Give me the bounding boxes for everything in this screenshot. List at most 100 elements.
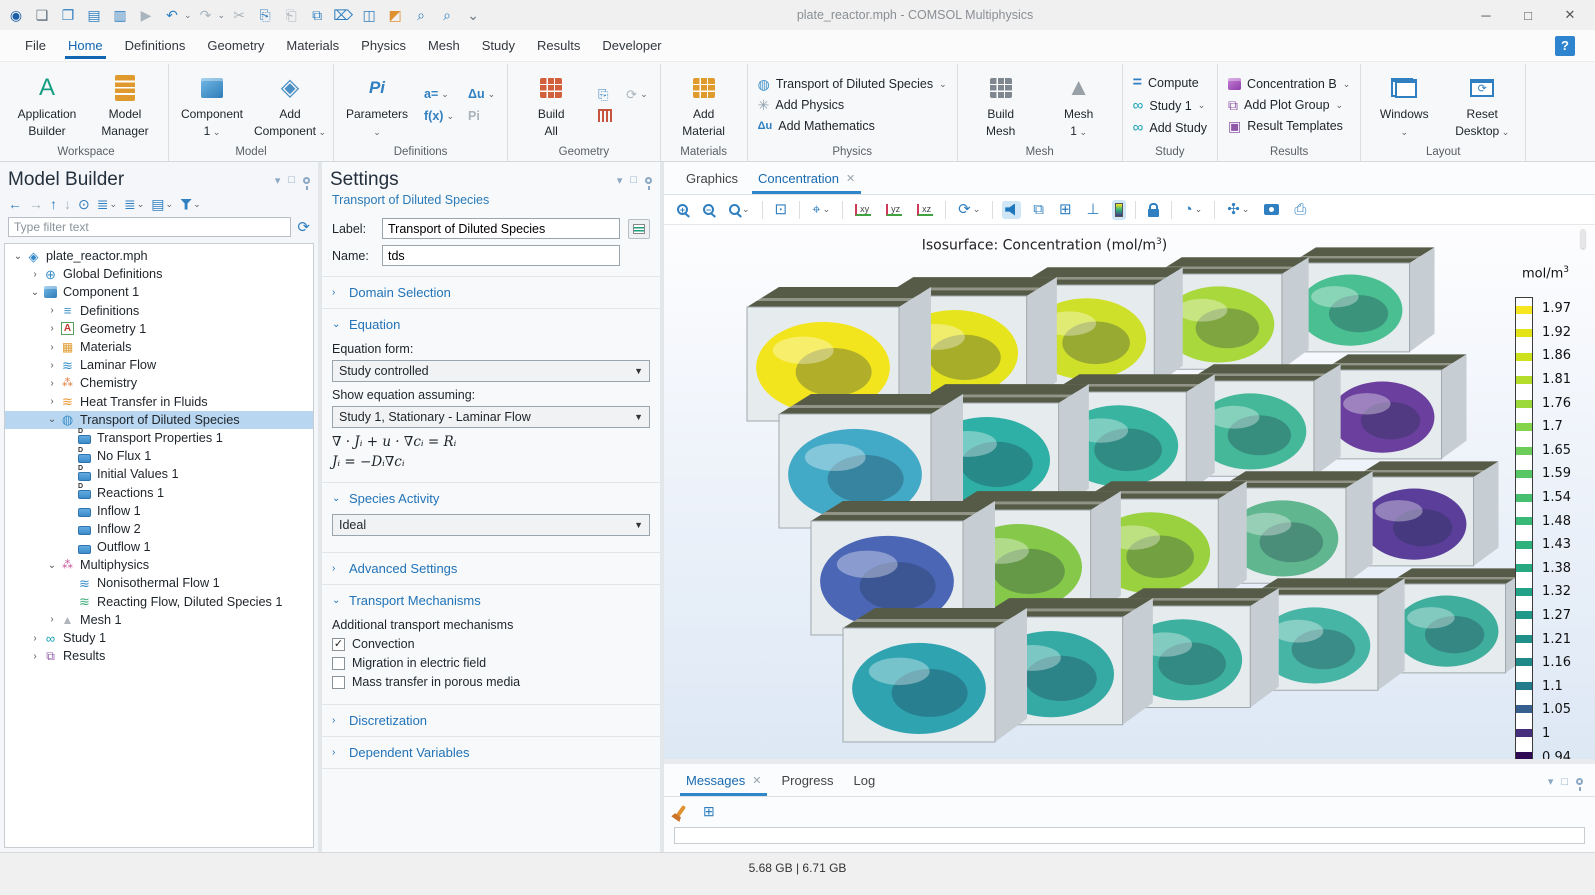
add-study-button[interactable]: ∞Add Study (1133, 120, 1207, 135)
go-to-default-view-button[interactable]: ⌖⌄ (809, 199, 833, 220)
open-messages-window-button[interactable]: ⊞ (700, 801, 718, 821)
tree-item-component-1[interactable]: ⌄Component 1 (5, 283, 313, 301)
color-legend-button[interactable] (1112, 200, 1126, 220)
panel-menu-icon[interactable]: ▾ (1548, 775, 1554, 788)
rename-button[interactable] (628, 219, 650, 239)
panel-float-icon[interactable]: □ (288, 174, 295, 186)
tree-item-results[interactable]: ›⧉Results (5, 647, 313, 665)
open-file-button[interactable]: ❐ (56, 3, 80, 27)
tab-progress[interactable]: Progress (771, 766, 843, 796)
tree-item-transport-of-diluted-species[interactable]: ⌄◍Transport of Diluted Species (5, 411, 313, 429)
duplicate-button[interactable]: ⧉ (305, 3, 329, 27)
section-header-dependent-variables[interactable]: › Dependent Variables (322, 737, 660, 768)
section-header-advanced-settings[interactable]: › Advanced Settings (322, 553, 660, 584)
nonlocal-couplings-button[interactable]: Δu⌄ (468, 87, 495, 101)
functions-button[interactable]: f(x)⌄ (424, 109, 454, 123)
expand-all-button[interactable]: ≣⌄ (124, 197, 144, 211)
delete-button[interactable]: ⌦ (331, 3, 355, 27)
zoom-extents-button[interactable]: ⊡ (772, 199, 791, 220)
panel-float-icon[interactable]: □ (630, 174, 637, 186)
species-activity-select[interactable]: Ideal ▼ (332, 514, 650, 536)
redo-button[interactable]: ↷ (194, 3, 218, 27)
tree-item-initial-values-1[interactable]: Initial Values 1 (5, 465, 313, 483)
expander-icon[interactable]: › (45, 614, 59, 625)
save-button[interactable]: ▤ (82, 3, 106, 27)
concentration-plot-group-button[interactable]: Concentration B⌄ (1228, 77, 1350, 91)
view-yz-button[interactable]: yz (883, 201, 905, 219)
scene-light-button[interactable] (1002, 201, 1021, 219)
tree-item-chemistry[interactable]: ›⁂Chemistry (5, 374, 313, 392)
menu-tab-developer[interactable]: Developer (591, 32, 672, 58)
panel-pin-icon[interactable] (303, 177, 310, 184)
back-button[interactable]: ← (8, 197, 22, 211)
application-builder-button[interactable]: AApplicationBuilder (10, 68, 84, 142)
expander-icon[interactable]: › (45, 305, 59, 316)
view-xz-button[interactable]: xz (914, 201, 936, 219)
add-mathematics-button[interactable]: ΔuAdd Mathematics (758, 119, 947, 133)
build-all-geometry-button[interactable]: BuildAll (514, 68, 588, 142)
image-snapshot-button[interactable] (1261, 201, 1282, 218)
tab-messages[interactable]: Messages✕ (676, 766, 771, 796)
section-header-species-activity[interactable]: ⌄ Species Activity (322, 483, 660, 514)
tree-item-no-flux-1[interactable]: No Flux 1 (5, 447, 313, 465)
name-field[interactable] (382, 245, 620, 266)
menu-tab-materials[interactable]: Materials (275, 32, 350, 58)
model-manager-button[interactable]: ModelManager (88, 68, 162, 142)
tree-item-multiphysics[interactable]: ⌄⁂Multiphysics (5, 556, 313, 574)
panel-float-icon[interactable]: □ (1561, 776, 1568, 788)
reset-desktop-button[interactable]: ⟳ResetDesktop ⌄ (1445, 68, 1519, 143)
tree-item-inflow-2[interactable]: Inflow 2 (5, 520, 313, 538)
tab-log[interactable]: Log (844, 766, 886, 796)
result-templates-button[interactable]: ▣Result Templates (1228, 119, 1350, 133)
livelink-button[interactable]: ⟳⌄ (626, 88, 647, 101)
tree-item-heat-transfer-in-fluids[interactable]: ›≋Heat Transfer in Fluids (5, 393, 313, 411)
minimize-button[interactable]: ─ (1465, 1, 1507, 29)
menu-tab-mesh[interactable]: Mesh (417, 32, 471, 58)
expander-icon[interactable]: › (45, 378, 59, 389)
tree-item-nonisothermal-flow-1[interactable]: ≋Nonisothermal Flow 1 (5, 574, 313, 592)
maximize-button[interactable]: □ (1507, 1, 1549, 29)
isosurface-3d-plot[interactable] (719, 245, 1531, 759)
help-button[interactable]: ? (1555, 36, 1575, 56)
physics-interface-button[interactable]: ◍Transport of Diluted Species⌄ (758, 77, 947, 91)
remove-details-button[interactable] (598, 109, 612, 122)
panel-pin-icon[interactable] (1576, 778, 1583, 785)
panel-pin-icon[interactable] (645, 177, 652, 184)
tree-item-global-definitions[interactable]: ›⊕Global Definitions (5, 265, 313, 283)
panel-menu-icon[interactable]: ▾ (275, 174, 281, 187)
tab-concentration[interactable]: Concentration✕ (748, 164, 865, 194)
clear-messages-button[interactable] (676, 802, 686, 820)
show-equation-select[interactable]: Study 1, Stationary - Laminar Flow ▼ (332, 406, 650, 428)
insert-sequence-button[interactable]: ⎘ (598, 88, 612, 101)
highlight-button[interactable]: ◩ (383, 3, 407, 27)
customize-qat-button[interactable]: ⌄ (461, 3, 485, 27)
expander-icon[interactable]: › (45, 323, 59, 334)
show-grid-button[interactable]: ⊞ (1056, 199, 1075, 220)
views-button[interactable]: ⌕ (435, 3, 459, 27)
expander-icon[interactable]: ⌄ (28, 287, 42, 298)
parameter-case-button[interactable]: Pi (468, 109, 495, 123)
tree-item-definitions[interactable]: ›≡Definitions (5, 302, 313, 320)
save-as-button[interactable]: ▥ (108, 3, 132, 27)
add-material-button[interactable]: AddMaterial (667, 68, 741, 142)
tree-item-study-1[interactable]: ›∞Study 1 (5, 629, 313, 647)
expander-icon[interactable]: ⌄ (45, 414, 59, 425)
copy-button[interactable]: ⎘ (253, 3, 277, 27)
close-button[interactable]: ✕ (1549, 1, 1591, 29)
close-icon[interactable]: ✕ (846, 172, 855, 185)
tree-item-plate-reactor-mph[interactable]: ⌄◈plate_reactor.mph (5, 247, 313, 265)
expander-icon[interactable]: › (45, 342, 59, 353)
tree-item-materials[interactable]: ›▦Materials (5, 338, 313, 356)
move-up-button[interactable]: ↑ (50, 197, 57, 211)
menu-tab-results[interactable]: Results (526, 32, 591, 58)
section-header-discretization[interactable]: › Discretization (322, 705, 660, 736)
lock-camera-button[interactable] (1145, 200, 1162, 220)
filter-button[interactable]: ⌄ (180, 199, 201, 210)
find-button[interactable]: ⌕ (409, 3, 433, 27)
add-plot-group-button[interactable]: ⧉Add Plot Group⌄ (1228, 98, 1350, 112)
expander-icon[interactable]: › (28, 651, 42, 662)
show-button[interactable]: ⊙ (78, 197, 90, 211)
transparency-button[interactable]: ⧉ (1030, 199, 1047, 220)
section-header-transport-mechanisms[interactable]: ⌄ Transport Mechanisms (322, 585, 660, 616)
tree-item-laminar-flow[interactable]: ›≋Laminar Flow (5, 356, 313, 374)
